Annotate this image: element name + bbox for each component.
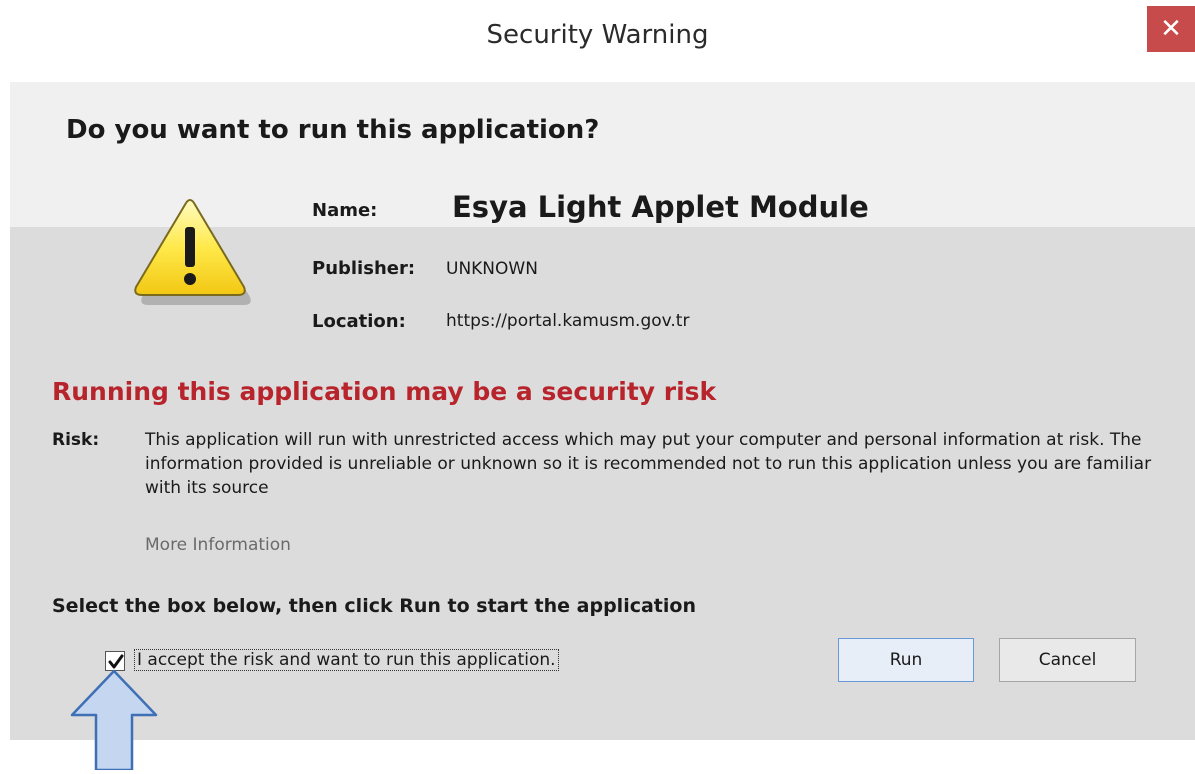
publisher-label: Publisher: xyxy=(312,258,416,279)
risk-description: This application will run with unrestric… xyxy=(145,430,1152,498)
up-arrow-icon xyxy=(66,667,162,772)
publisher-value: UNKNOWN xyxy=(446,259,538,279)
close-icon: ✕ xyxy=(1160,14,1182,44)
title-bar: Security Warning xyxy=(0,0,1195,82)
accept-risk-label[interactable]: I accept the risk and want to run this a… xyxy=(134,649,559,671)
dialog-question: Do you want to run this application? xyxy=(66,115,600,145)
more-information-link[interactable]: More Information xyxy=(145,535,291,555)
location-label: Location: xyxy=(312,311,406,332)
window-title: Security Warning xyxy=(486,20,709,50)
warning-triangle-icon xyxy=(124,195,260,315)
cancel-button[interactable]: Cancel xyxy=(999,638,1136,682)
location-value: https://portal.kamusm.gov.tr xyxy=(446,311,690,331)
application-name: Esya Light Applet Module xyxy=(452,190,869,224)
run-instruction: Select the box below, then click Run to … xyxy=(52,595,696,617)
close-button[interactable]: ✕ xyxy=(1147,6,1195,52)
risk-heading: Running this application may be a securi… xyxy=(52,377,717,406)
risk-label: Risk: xyxy=(52,430,100,450)
run-button[interactable]: Run xyxy=(838,638,974,682)
name-label: Name: xyxy=(312,200,378,221)
